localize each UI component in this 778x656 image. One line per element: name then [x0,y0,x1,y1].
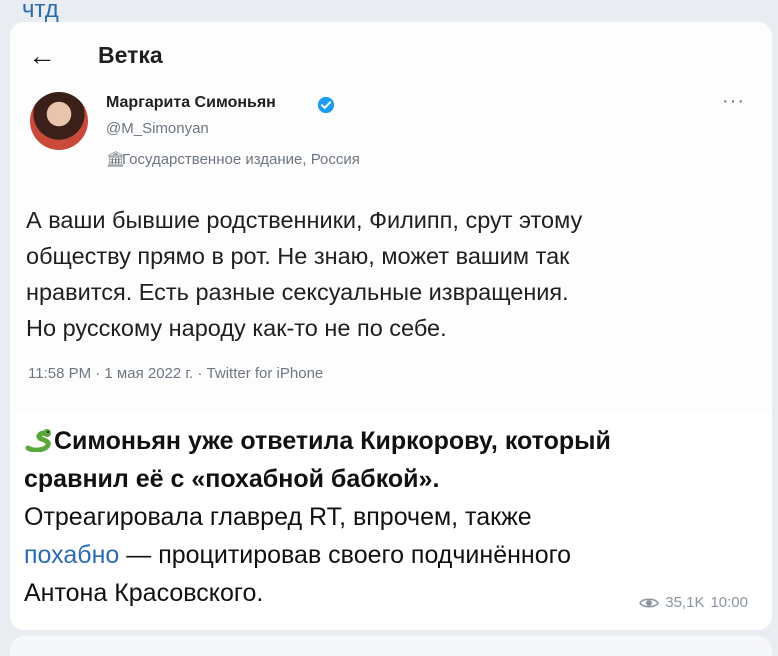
author-handle: @M_Simonyan [106,120,209,137]
author-name: Маргарита Симоньян [106,94,276,111]
tweet-line: А ваши бывшие родственники, Филипп, срут… [26,207,583,233]
post-time: 10:00 [710,594,748,611]
tweet-line: Но русскому народу как-то не по себе. [26,315,447,341]
thread-title: Ветка [98,42,163,68]
tweet-screenshot[interactable]: ← Ветка Маргарита Симоньян @M_Simonyan 🏛… [10,22,772,412]
channel-post-bubble: ← Ветка Маргарита Симоньян @M_Simonyan 🏛… [10,22,772,630]
tweet-body: А ваши бывшие родственники, Филипп, срут… [26,202,756,346]
tweet-timestamp: 11:58 PM · 1 мая 2022 г. · Twitter for i… [28,365,324,382]
eye-icon [639,597,660,608]
post-line-rest: — процитировав своего подчинённого [119,541,572,569]
affiliation-text: Государственное издание, Россия [122,151,360,168]
tweet-line: нравится. Есть разные сексуальные извращ… [26,279,569,305]
next-message-edge [10,636,772,656]
post-line: Отреагировала главред RT, впрочем, также [24,503,532,531]
post-line: сравнил её с «похабной бабкой». [24,460,764,498]
verified-badge-icon [317,96,335,114]
state-affiliation-label: 🏛Государственное издание, Россия [106,150,360,168]
post-stats: 35,1K 10:00 [639,594,748,611]
post-line: Симоньян уже ответила Киркорову, который [24,422,764,460]
post-headline-2: сравнил её с «похабной бабкой». [24,465,440,493]
back-arrow-icon: ← [28,40,56,71]
snake-emoji-icon [25,429,51,452]
tweet-line: обществу прямо в рот. Не знаю, может ваш… [26,243,570,269]
previous-message-text: чтд [22,0,59,23]
author-avatar [30,92,88,150]
post-line: похабно — процитировав своего подчинённо… [24,536,764,574]
post-link[interactable]: похабно [24,541,119,569]
building-icon: 🏛 [106,151,126,168]
post-headline-1: Симоньян уже ответила Киркорову, который [54,427,611,455]
views-count: 35,1K [665,594,705,611]
more-options-icon: ··· [722,90,745,112]
post-text: Симоньян уже ответила Киркорову, который… [24,422,764,612]
